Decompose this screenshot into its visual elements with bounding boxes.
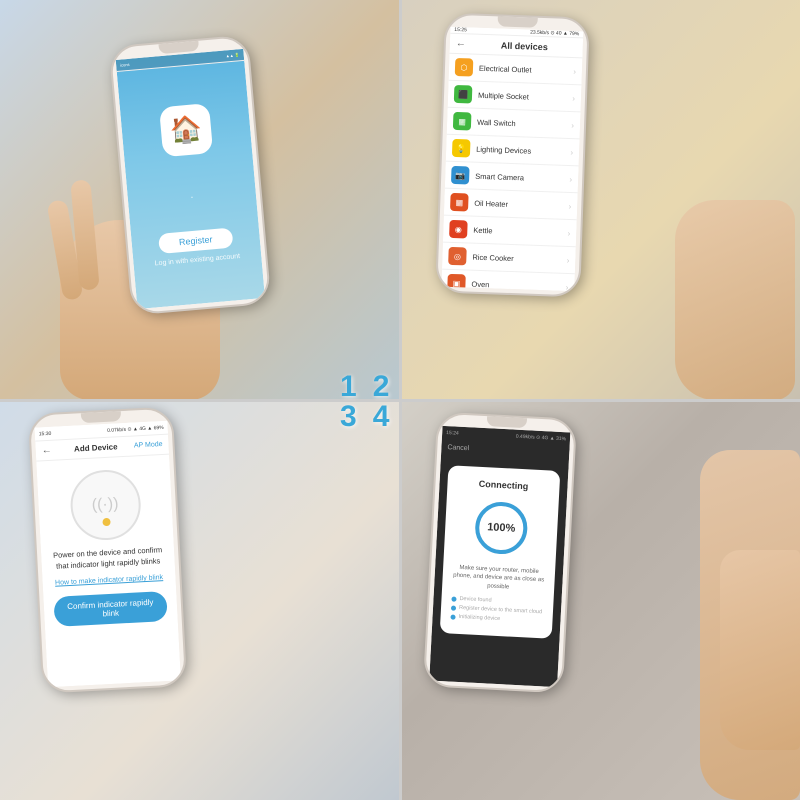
device-name: Kettle [473, 225, 568, 237]
s2-time: 15:25 [454, 27, 467, 33]
device-icon: ⬛ [454, 85, 473, 104]
check-dot [451, 597, 456, 602]
arrow-icon: › [569, 175, 572, 184]
arrow-icon: › [566, 282, 569, 291]
device-icon: ▦ [450, 193, 469, 212]
s2-page-title: All devices [472, 39, 577, 53]
cell-step1: icons ▲▲ 🔋 🏠 • Register Log in with exis… [0, 0, 400, 400]
s3-time: 15:30 [39, 430, 52, 437]
progress-circle: 100% [470, 497, 533, 560]
device-name: Smart Camera [475, 171, 570, 183]
arrow-icon: › [568, 201, 571, 210]
device-icon: ▦ [453, 112, 472, 131]
wifi-icon: ((·)) [91, 495, 119, 514]
help-link[interactable]: How to make indicator rapidly blink [43, 573, 176, 587]
confirm-button[interactable]: Confirm indicator rapidly blink [53, 591, 167, 627]
device-list: ⬡ Electrical Outlet › ⬛ Multiple Socket … [441, 54, 582, 291]
checklist: Device found Register device to the smar… [450, 595, 543, 626]
connecting-title: Connecting [479, 479, 529, 492]
step-label-2: 2 [373, 370, 390, 404]
step-label-3: 3 [340, 400, 357, 434]
device-name: Lighting Devices [476, 144, 571, 156]
device-icon: ◎ [448, 247, 467, 266]
device-name: Rice Cooker [472, 252, 567, 264]
register-button[interactable]: Register [158, 227, 233, 253]
s2-back-arrow[interactable]: ← [456, 38, 466, 49]
s3-page-title: Add Device [57, 441, 134, 454]
step-label-4: 4 [373, 400, 390, 434]
app-home-icon: 🏠 [169, 113, 204, 147]
percent-label: 100% [487, 521, 516, 534]
device-name: Oil Heater [474, 198, 569, 210]
check-dot [450, 614, 455, 619]
list-item[interactable]: ▣ Oven › [441, 270, 575, 292]
device-icon: 📷 [451, 166, 470, 185]
s3-status-right: 0.07kb/s ⊙ ▲ 4G ▲ 69% [107, 424, 164, 433]
check-dot [451, 605, 456, 610]
indicator-dot [102, 518, 110, 526]
s3-back-arrow[interactable]: ← [41, 445, 52, 457]
device-name: Electrical Outlet [479, 63, 574, 75]
login-link[interactable]: Log in with existing account [154, 252, 240, 266]
cell-step4: 15:24 0.49kb/s ⊙ 4G ▲ 31% Cancel Connect… [400, 400, 800, 800]
router-note: Make sure your router, mobile phone, and… [452, 564, 545, 594]
horizontal-divider [0, 399, 800, 402]
device-icon: ◉ [449, 220, 468, 239]
s4-status-right: 0.49kb/s ⊙ 4G ▲ 31% [516, 434, 567, 443]
device-circle: ((·)) [68, 468, 142, 542]
connecting-card: Connecting 100% Make sure your route [440, 465, 561, 638]
arrow-icon: › [567, 228, 570, 237]
s3-mode-label: AP Mode [134, 441, 163, 449]
instruction-text: Power on the device and confirm that ind… [41, 545, 175, 573]
arrow-icon: › [571, 121, 574, 130]
cell-step3: 15:30 0.07kb/s ⊙ ▲ 4G ▲ 69% ← Add Device… [0, 400, 400, 800]
arrow-icon: › [573, 67, 576, 76]
step-label-1: 1 [340, 370, 357, 404]
arrow-icon: › [570, 148, 573, 157]
cell-step2: 15:25 23.5kb/s ⊙ 40 ▲ 79% ← All devices [400, 0, 800, 400]
device-name: Multiple Socket [478, 90, 573, 102]
check-text: Initializing device [458, 613, 500, 624]
device-name: Wall Switch [477, 117, 572, 129]
device-icon: ▣ [447, 274, 466, 291]
arrow-icon: › [567, 255, 570, 264]
device-icon: ⬡ [455, 58, 474, 77]
app-tagline: • [191, 194, 193, 200]
device-name: Oven [471, 279, 566, 291]
s4-time: 15:24 [446, 430, 459, 437]
device-icon: 💡 [452, 139, 471, 158]
arrow-icon: › [572, 94, 575, 103]
